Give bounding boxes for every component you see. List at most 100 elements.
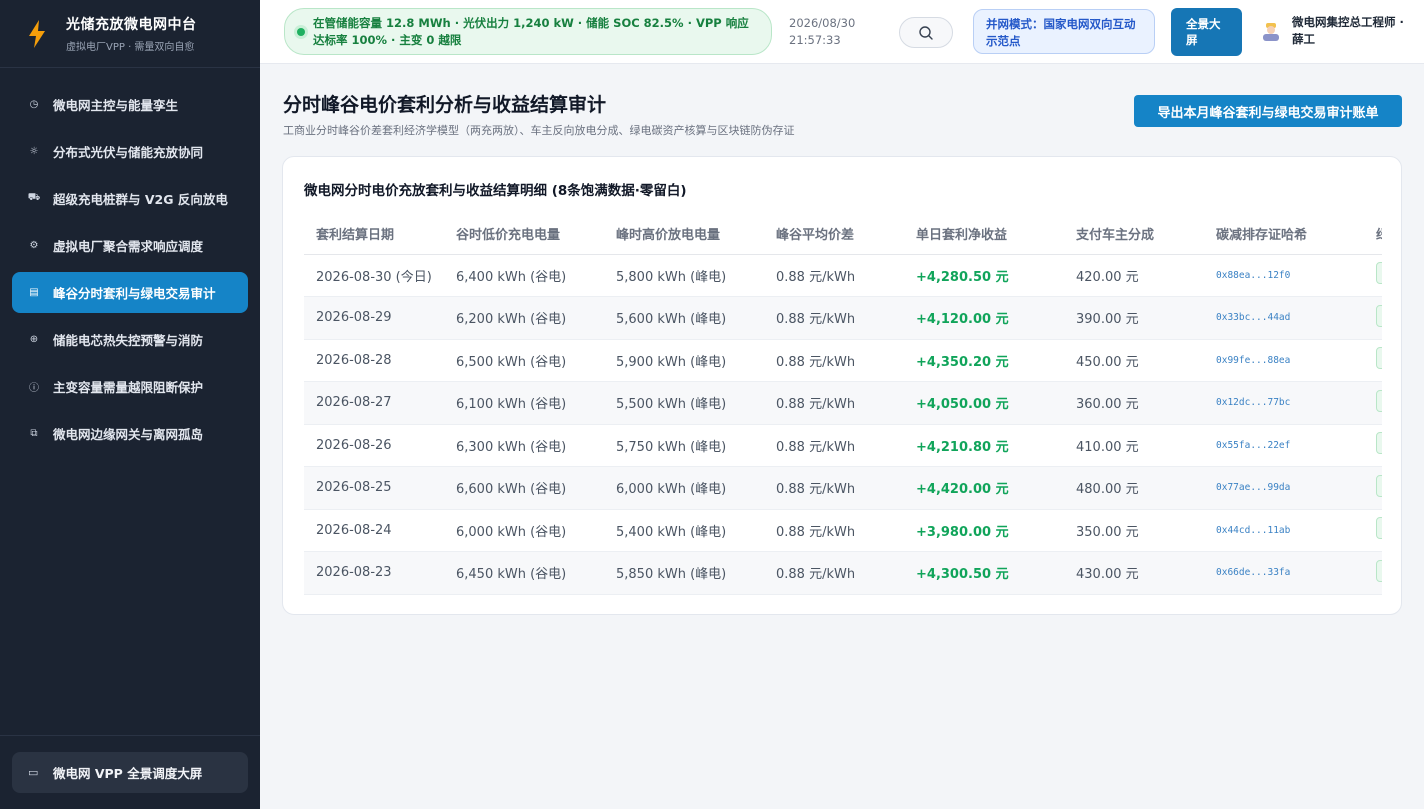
- table-cell: 5,600 kWh (峰电): [604, 296, 764, 340]
- sidebar-item-1[interactable]: ☼ 分布式光伏与储能充放协同: [12, 131, 248, 172]
- table-row[interactable]: 2026-08-23 6,450 kWh (谷电) 5,850 kWh (峰电) 0.…: [304, 551, 1382, 595]
- topbar: 在管储能容量 12.8 MWh · 光伏出力 1,240 kW · 储能 SOC…: [260, 0, 1424, 64]
- sidebar-item-7[interactable]: ⧉ 微电网边缘网关与离网孤岛: [12, 413, 248, 454]
- sidebar-item-3[interactable]: ⚙ 虚拟电厂聚合需求响应调度: [12, 225, 248, 266]
- sidebar-item-label: 虚拟电厂聚合需求响应调度: [53, 239, 204, 254]
- search-button[interactable]: [899, 17, 953, 48]
- vpp-dashboard-label: 微电网 VPP 全景调度大屏: [53, 766, 203, 781]
- table-cell[interactable]: 0x12dc...77bc: [1204, 381, 1364, 425]
- sidebar-item-2[interactable]: ⛟ 超级充电桩群与 V2G 反向放电: [12, 178, 248, 219]
- table-cell[interactable]: 0x55fa...22ef: [1204, 424, 1364, 467]
- sidebar-item-label: 峰谷分时套利与绿电交易审计: [53, 286, 216, 301]
- green-cert-cell: [1364, 466, 1382, 510]
- table-cell: +3,980.00 元: [904, 509, 1064, 552]
- table-cell: 450.00 元: [1064, 339, 1204, 382]
- lightning-bolt-icon: [29, 19, 45, 48]
- table-cell: +4,050.00 元: [904, 381, 1064, 425]
- table-cell: 6,200 kWh (谷电): [444, 296, 604, 340]
- sidebar-item-label: 微电网主控与能量孪生: [53, 98, 179, 113]
- green-cert-badge: [1376, 347, 1382, 370]
- grid-mode-badge: 并网模式：国家电网双向互动示范点: [973, 9, 1155, 54]
- search-icon: [919, 25, 933, 40]
- user-name: 微电网集控总工程师 · 薛工: [1292, 15, 1404, 46]
- table-row[interactable]: 2026-08-28 6,500 kWh (谷电) 5,900 kWh (峰电) 0.…: [304, 339, 1382, 382]
- time-text: 21:57:33: [789, 33, 841, 47]
- sun-icon: ☼: [29, 146, 39, 157]
- table-header-row: 套利结算日期 谷时低价充电电量 峰时高价放电电量 峰谷平均价差 单日套利净收益 支付车主分…: [304, 214, 1382, 255]
- table-cell: 5,750 kWh (峰电): [604, 424, 764, 467]
- green-cert-cell: [1364, 381, 1382, 425]
- table-cell: 430.00 元: [1064, 551, 1204, 595]
- table-cell: +4,420.00 元: [904, 466, 1064, 510]
- table-cell[interactable]: 0x88ea...12f0: [1204, 254, 1364, 297]
- table-scroll-container[interactable]: 套利结算日期 谷时低价充电电量 峰时高价放电电量 峰谷平均价差 单日套利净收益 支付车主分…: [304, 214, 1382, 595]
- page-subtitle: 工商业分时峰谷价差套利经济学模型（两充两放）、车主反向放电分成、绿电碳资产核算与…: [283, 124, 795, 137]
- table-cell: 0.88 元/kWh: [764, 381, 904, 425]
- table-row[interactable]: 2026-08-29 6,200 kWh (谷电) 5,600 kWh (峰电) 0.…: [304, 296, 1382, 340]
- column-header: 单日套利净收益: [904, 214, 1064, 255]
- alert-circle-icon: ⓘ: [29, 383, 39, 394]
- table-cell: 6,000 kWh (峰电): [604, 466, 764, 510]
- sidebar-footer: ▭ 微电网 VPP 全景调度大屏: [0, 735, 260, 809]
- sidebar-item-label: 微电网边缘网关与离网孤岛: [53, 427, 204, 442]
- table-body: 2026-08-30 (今日) 6,400 kWh (谷电) 5,800 kWh (…: [304, 254, 1382, 595]
- main-content: 分时峰谷电价套利分析与收益结算审计 工商业分时峰谷价差套利经济学模型（两充两放）…: [260, 64, 1424, 809]
- table-cell: 0.88 元/kWh: [764, 551, 904, 595]
- green-cert-badge: [1376, 432, 1382, 455]
- table-row[interactable]: 2026-08-27 6,100 kWh (谷电) 5,500 kWh (峰电) 0.…: [304, 381, 1382, 425]
- table-cell[interactable]: 0x99fe...88ea: [1204, 339, 1364, 382]
- green-cert-badge: [1376, 262, 1382, 285]
- table-cell: 2026-08-24: [304, 509, 444, 552]
- green-cert-badge: [1376, 559, 1382, 582]
- network-icon: ⧉: [30, 428, 38, 439]
- column-header: 绿: [1364, 214, 1382, 255]
- table-cell: 480.00 元: [1064, 466, 1204, 510]
- monitor-icon: ▭: [28, 766, 39, 779]
- green-cert-cell: [1364, 509, 1382, 552]
- table-cell: 2026-08-28: [304, 339, 444, 382]
- table-cell: +4,210.80 元: [904, 424, 1064, 467]
- sidebar-item-label: 主变容量需量越限阻断保护: [53, 380, 204, 395]
- green-cert-badge: [1376, 304, 1382, 327]
- green-cert-badge: [1376, 389, 1382, 412]
- table-cell: 2026-08-29: [304, 296, 444, 340]
- settlement-table: 套利结算日期 谷时低价充电电量 峰时高价放电电量 峰谷平均价差 单日套利净收益 支付车主分…: [304, 214, 1382, 595]
- user-profile[interactable]: 微电网集控总工程师 · 薛工: [1260, 14, 1412, 48]
- green-cert-cell: [1364, 339, 1382, 382]
- engineer-avatar-icon: [1263, 23, 1279, 41]
- sidebar-item-label: 分布式光伏与储能充放协同: [53, 145, 204, 160]
- sidebar-item-label: 储能电芯热失控预警与消防: [53, 333, 204, 348]
- table-cell: 6,600 kWh (谷电): [444, 466, 604, 510]
- table-cell[interactable]: 0x33bc...44ad: [1204, 296, 1364, 340]
- table-cell: 0.88 元/kWh: [764, 254, 904, 297]
- table-cell[interactable]: 0x44cd...11ab: [1204, 509, 1364, 552]
- green-cert-cell: [1364, 424, 1382, 467]
- column-header: 碳减排存证哈希: [1204, 214, 1364, 255]
- table-cell: +4,300.50 元: [904, 551, 1064, 595]
- table-row[interactable]: 2026-08-26 6,300 kWh (谷电) 5,750 kWh (峰电) 0.…: [304, 424, 1382, 467]
- table-cell: 2026-08-23: [304, 551, 444, 595]
- table-cell: 420.00 元: [1064, 254, 1204, 297]
- sidebar-item-label: 超级充电桩群与 V2G 反向放电: [53, 192, 228, 207]
- table-cell[interactable]: 0x77ae...99da: [1204, 466, 1364, 510]
- sidebar-item-4[interactable]: ▤ 峰谷分时套利与绿电交易审计: [12, 272, 248, 313]
- green-cert-badge: [1376, 517, 1382, 540]
- table-cell: 2026-08-30 (今日): [304, 254, 444, 297]
- export-audit-bill-button[interactable]: 导出本月峰谷套利与绿电交易审计账单: [1134, 95, 1402, 127]
- table-row[interactable]: 2026-08-30 (今日) 6,400 kWh (谷电) 5,800 kWh (…: [304, 254, 1382, 297]
- sidebar-item-0[interactable]: ◷ 微电网主控与能量孪生: [12, 84, 248, 125]
- sidebar-item-6[interactable]: ⓘ 主变容量需量越限阻断保护: [12, 366, 248, 407]
- table-cell[interactable]: 0x66de...33fa: [1204, 551, 1364, 595]
- green-cert-cell: [1364, 551, 1382, 595]
- status-text: 在管储能容量 12.8 MWh · 光伏出力 1,240 kW · 储能 SOC…: [313, 15, 749, 47]
- vpp-dashboard-button[interactable]: ▭ 微电网 VPP 全景调度大屏: [12, 752, 248, 793]
- table-cell: +4,280.50 元: [904, 254, 1064, 297]
- chip-icon: ⚙: [29, 240, 39, 251]
- table-row[interactable]: 2026-08-25 6,600 kWh (谷电) 6,000 kWh (峰电) 0.…: [304, 466, 1382, 510]
- sidebar-item-5[interactable]: ⊕ 储能电芯热失控预警与消防: [12, 319, 248, 360]
- table-row[interactable]: 2026-08-24 6,000 kWh (谷电) 5,400 kWh (峰电) 0.…: [304, 509, 1382, 552]
- fullscreen-button[interactable]: 全景大屏: [1171, 8, 1242, 56]
- status-dot-icon: [297, 27, 305, 36]
- datetime: 2026/08/30 21:57:33: [789, 15, 855, 49]
- column-header: 峰时高价放电电量: [604, 214, 764, 255]
